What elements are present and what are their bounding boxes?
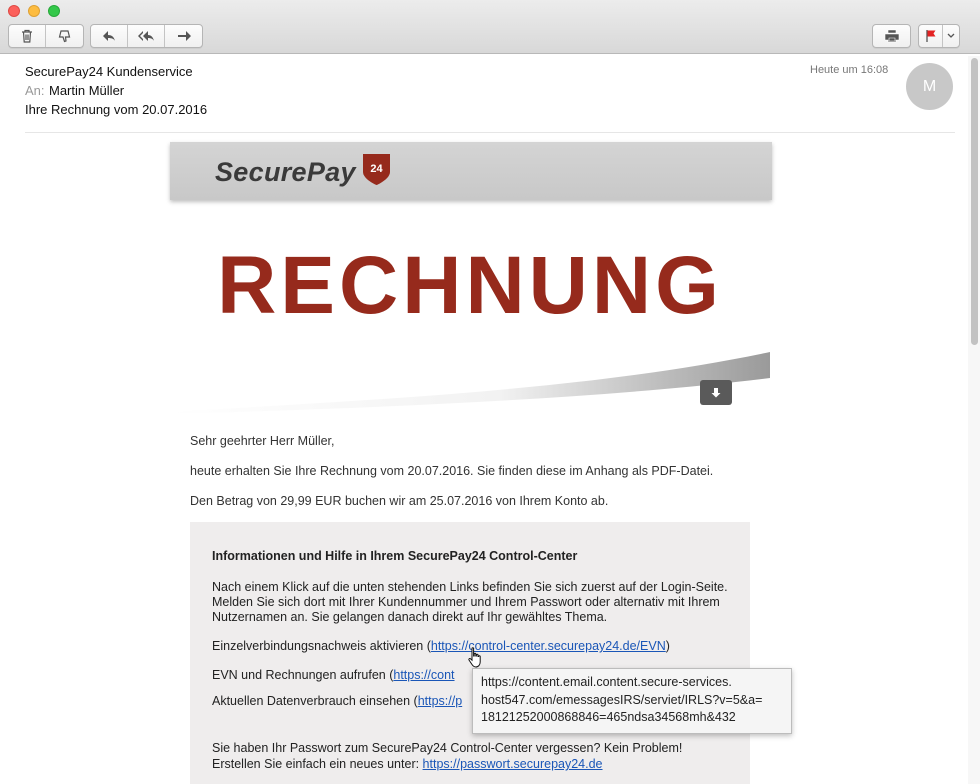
forward-icon: [177, 31, 191, 41]
invoice-intro-text: heute erhalten Sie Ihre Rechnung vom 20.…: [190, 464, 714, 478]
password-line-2-label: Erstellen Sie einfach ein neues unter:: [212, 757, 423, 771]
reply-all-button[interactable]: [128, 25, 165, 47]
invoices-link[interactable]: https://cont: [393, 668, 454, 682]
greeting-text: Sehr geehrter Herr Müller,: [190, 434, 335, 448]
logo-badge-text: 24: [370, 163, 383, 175]
download-button[interactable]: [700, 380, 732, 405]
invoice-headline: RECHNUNG: [217, 240, 723, 331]
minimize-window-button[interactable]: [28, 5, 40, 17]
flag-icon: [925, 30, 935, 42]
sender-name[interactable]: SecurePay24 Kundenservice: [25, 64, 193, 79]
recipient-name[interactable]: Martin Müller: [49, 83, 124, 98]
reply-forward-group: [90, 24, 203, 48]
securepay-logo: SecurePay: [215, 157, 356, 187]
junk-icon: [58, 30, 70, 43]
flag-button[interactable]: [919, 25, 943, 47]
reply-all-icon: [138, 31, 154, 41]
tooltip-line-3: 18121252000868846=465ndsa34568mh&432: [481, 710, 736, 724]
mail-toolbar: [0, 0, 980, 54]
password-reset-link[interactable]: https://passwort.securepay24.de: [423, 757, 603, 771]
info-item-invoices-label: EVN und Rechnungen aufrufen (: [212, 668, 394, 682]
download-icon: [711, 387, 721, 397]
forward-button[interactable]: [165, 25, 202, 47]
hand-pointer-icon: [468, 647, 481, 668]
payment-info-text: Den Betrag von 29,99 EUR buchen wir am 2…: [190, 494, 609, 508]
password-line-2: Erstellen Sie einfach ein neues unter: h…: [212, 757, 603, 771]
info-item-evn-label: Einzelverbindungsnachweis aktivieren (: [212, 639, 431, 653]
recipient-label: An:: [25, 83, 45, 98]
logo-shield-icon: 24: [363, 154, 390, 185]
password-line-1: Sie haben Ihr Passwort zum SecurePay24 C…: [212, 741, 683, 755]
reply-icon: [103, 31, 115, 41]
avatar: M: [906, 63, 953, 110]
info-title: Informationen und Hilfe in Ihrem SecureP…: [212, 549, 578, 563]
info-paragraph: Nach einem Klick auf die unten stehenden…: [212, 580, 728, 624]
flag-menu-button[interactable]: [943, 25, 959, 47]
print-button[interactable]: [873, 25, 910, 47]
delete-junk-group: [8, 24, 84, 48]
message-subject: Ihre Rechnung vom 20.07.2016: [25, 102, 208, 117]
info-item-evn: Einzelverbindungsnachweis aktivieren (ht…: [212, 639, 670, 653]
info-item-invoices: EVN und Rechnungen aufrufen (https://con…: [212, 668, 455, 682]
info-item-evn-close: ): [665, 639, 670, 653]
info-item-data-usage: Aktuellen Datenverbrauch einsehen (https…: [212, 694, 462, 708]
info-item-data-usage-label: Aktuellen Datenverbrauch einsehen (: [212, 694, 418, 708]
logo-banner: SecurePay 24: [170, 142, 772, 200]
junk-button[interactable]: [46, 25, 83, 47]
scrollbar-thumb[interactable]: [971, 58, 978, 345]
close-window-button[interactable]: [8, 5, 20, 17]
header-divider: [25, 132, 955, 133]
page-curl-graphic: [170, 352, 770, 414]
print-group: [872, 24, 911, 48]
message-date: Heute um 16:08: [810, 64, 889, 76]
tooltip-line-2: host547.com/emessagesIRS/serviet/IRLS?v=…: [481, 692, 763, 707]
tooltip-line-1: https://content.email.content.secure-ser…: [481, 675, 732, 689]
chevron-down-icon: [947, 33, 955, 38]
flag-group: [918, 24, 960, 48]
zoom-window-button[interactable]: [48, 5, 60, 17]
trash-icon: [22, 29, 32, 43]
print-icon: [884, 29, 899, 43]
delete-button[interactable]: [9, 25, 46, 47]
data-usage-link[interactable]: https://p: [418, 694, 462, 708]
reply-button[interactable]: [91, 25, 128, 47]
link-url-tooltip: https://content.email.content.secure-ser…: [472, 668, 792, 734]
